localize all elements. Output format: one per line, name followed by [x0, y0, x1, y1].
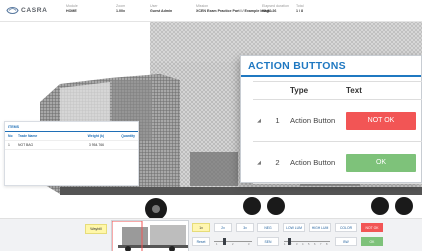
row-text-cell: NOT OK [346, 111, 422, 130]
app-window: CASRA Module HOME Zoom 1.00x User Guest … [0, 0, 422, 251]
neg-button[interactable]: NEG [257, 223, 279, 232]
sen-tick: 4 [302, 243, 304, 246]
ok-action-button[interactable]: OK [361, 237, 383, 246]
high-lum-button[interactable]: HIGH LUM [309, 223, 331, 232]
zoom-tick: 1 [216, 243, 218, 246]
not-ok-button[interactable]: NOT OK [346, 111, 416, 130]
sen-tick: 3 [296, 243, 298, 246]
top-header: CASRA Module HOME Zoom 1.00x User Guest … [0, 0, 422, 22]
scan-thumbnail[interactable] [111, 220, 189, 251]
casra-logo-icon [6, 6, 19, 15]
expand-arrow-icon[interactable]: ◢ [253, 118, 265, 124]
item-name: NOT BAG [18, 143, 34, 147]
waybill-button[interactable]: Waybill [85, 224, 107, 234]
row-text-cell: OK [346, 153, 422, 172]
casra-logo: CASRA [6, 6, 58, 15]
header-total-value: 1 / 8 [296, 9, 303, 13]
items-panel-title: ITEMS [5, 122, 138, 132]
items-col-trade-name: Trade Name [18, 134, 38, 138]
action-table-header: Type Text [253, 82, 422, 100]
sen-slider[interactable]: 1 2 3 4 5 6 7 8 [282, 237, 332, 246]
expand-arrow-icon[interactable]: ◢ [253, 160, 265, 166]
bw-button[interactable]: BW [335, 237, 357, 246]
zoom-3x-button[interactable]: 3x [236, 223, 254, 232]
header-mission-value: XCEN Exam Practice Part I / Example Imag… [196, 9, 272, 13]
dialog-title: ACTION BUTTONS [241, 56, 421, 77]
bottom-toolbar: Waybill 1x 2x 3x Reset 1 2 3 NEG LOW LUM… [0, 218, 422, 251]
item-weight: 3 954.766 [88, 143, 104, 147]
sen-button[interactable]: SEN [257, 237, 279, 246]
row-type: Action Button [290, 158, 336, 167]
not-ok-action-button[interactable]: NOT OK [361, 223, 383, 232]
color-button[interactable]: COLOR [335, 223, 357, 232]
sen-tick: 1 [284, 243, 286, 246]
sen-tick: 7 [320, 243, 322, 246]
zoom-tick: 2 [232, 243, 234, 246]
sen-tick: 5 [308, 243, 310, 246]
table-row[interactable]: ◢ 2 Action Button OK [253, 142, 422, 184]
zoom-tick: 3 [248, 243, 250, 246]
header-elapsed-value: 00:00:26 [262, 9, 277, 13]
items-col-weight: Weight (k) [87, 134, 104, 138]
action-buttons-table: Type Text ◢ 1 Action Button NOT OK ◢ 2 A… [253, 81, 422, 184]
reset-button[interactable]: Reset [192, 237, 210, 246]
header-user-value: Guest Admin [150, 9, 173, 13]
zoom-slider-track [214, 241, 252, 242]
table-row[interactable]: 1 NOT BAG 3 954.766 [5, 141, 138, 150]
header-module-value: HOME [66, 9, 77, 13]
sen-tick: 2 [290, 243, 292, 246]
item-no: 1 [8, 143, 10, 147]
header-mission: Mission XCEN Exam Practice Part I / Exam… [196, 4, 272, 14]
items-col-quantity: Quantity [121, 134, 135, 138]
items-panel: ITEMS No Trade Name Weight (k) Quantity … [4, 121, 139, 186]
row-type: Action Button [290, 116, 336, 125]
items-col-no: No [8, 134, 13, 138]
ok-button[interactable]: OK [346, 153, 416, 172]
header-zoom: Zoom 1.00x [116, 4, 125, 14]
item-quantity [104, 143, 135, 147]
col-type-header: Type [290, 86, 309, 95]
zoom-slider-knob[interactable] [223, 238, 226, 245]
thumbnail-truck-image [111, 220, 188, 251]
row-number: 1 [275, 116, 280, 125]
zoom-slider[interactable]: 1 2 3 [212, 237, 254, 246]
col-text-header: Text [346, 86, 362, 95]
action-buttons-dialog: ACTION BUTTONS Type Text ◢ 1 Action Butt… [240, 55, 422, 184]
sen-tick: 6 [314, 243, 316, 246]
logo-text: CASRA [21, 7, 48, 14]
zoom-1x-button[interactable]: 1x [192, 223, 210, 232]
row-number: 2 [275, 158, 280, 167]
table-row[interactable]: ◢ 1 Action Button NOT OK [253, 100, 422, 142]
header-user: User Guest Admin [150, 4, 172, 14]
header-total: Total 1 / 8 [296, 4, 304, 14]
items-table-header: No Trade Name Weight (k) Quantity [5, 132, 138, 141]
low-lum-button[interactable]: LOW LUM [283, 223, 305, 232]
sen-tick: 8 [326, 243, 328, 246]
header-module: Module HOME [66, 4, 78, 14]
zoom-2x-button[interactable]: 2x [214, 223, 232, 232]
header-elapsed: Elapsed duration 00:00:26 [262, 4, 289, 14]
header-zoom-value: 1.00x [116, 9, 125, 13]
